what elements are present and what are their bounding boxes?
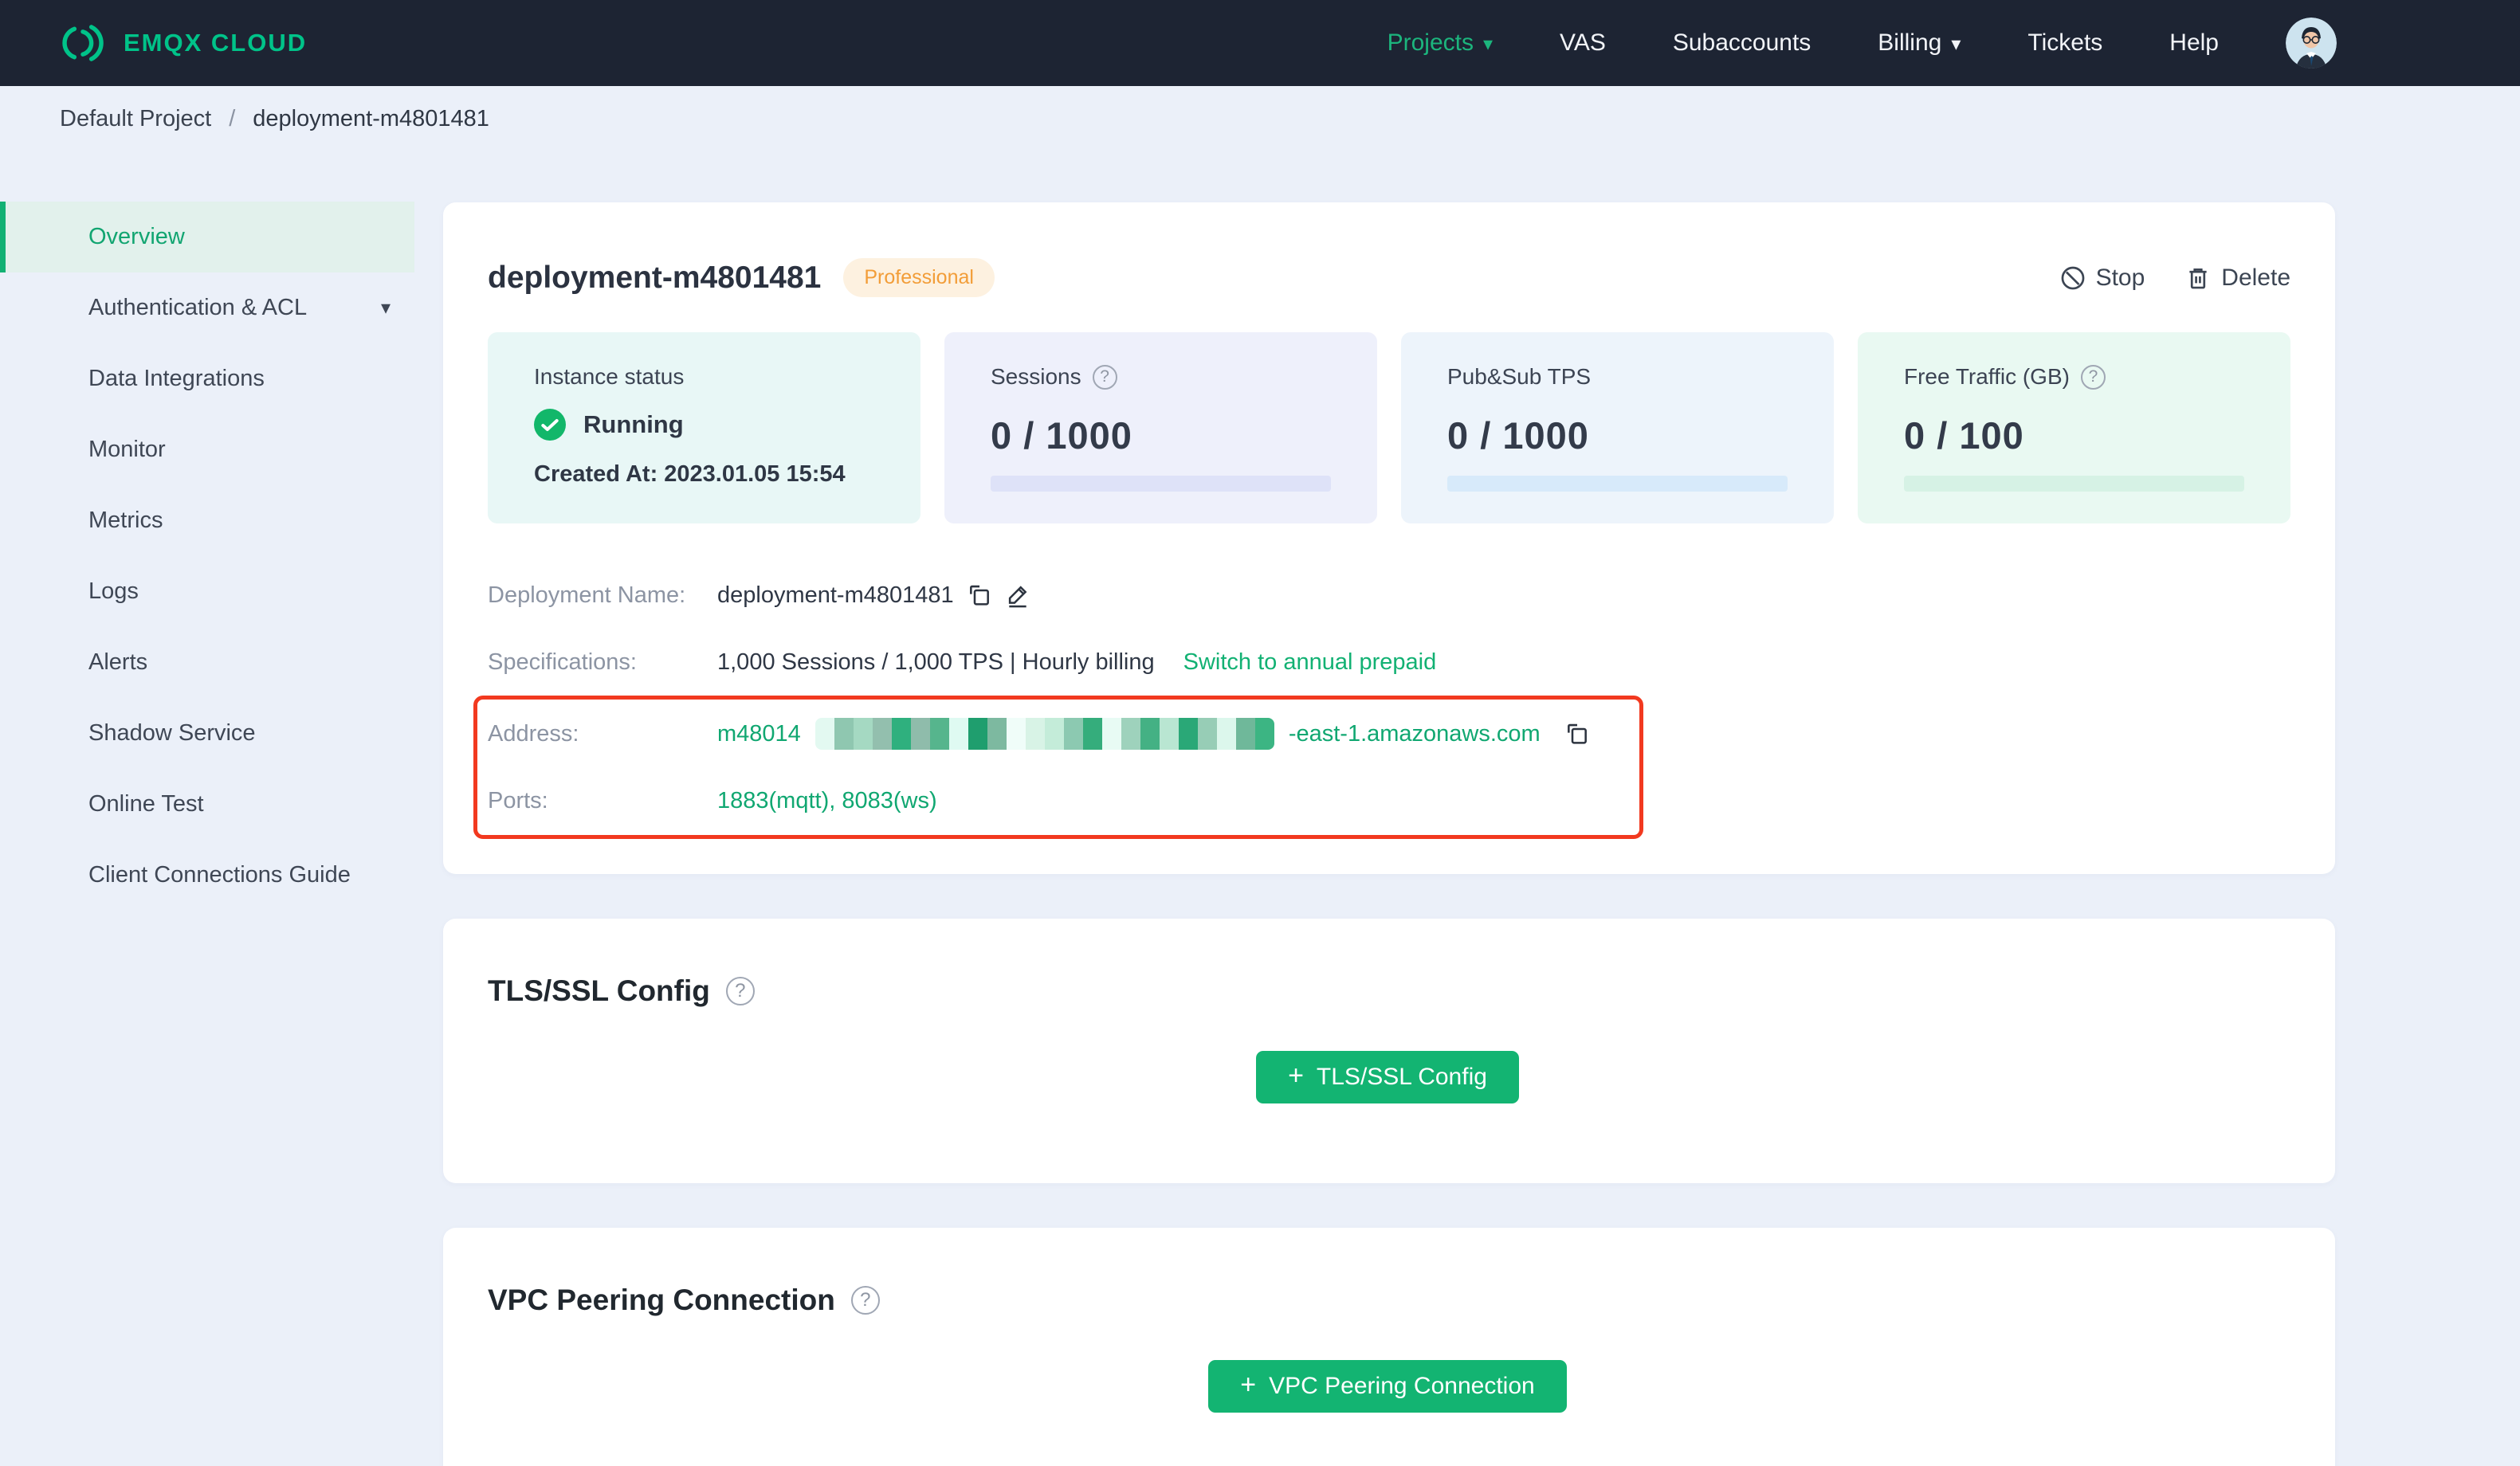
switch-annual-prepaid-link[interactable]: Switch to annual prepaid <box>1183 649 1437 676</box>
deployment-name-label: Deployment Name: <box>488 582 686 608</box>
breadcrumb-separator: / <box>229 105 236 131</box>
tls-ssl-title: TLS/SSL Config <box>488 974 710 1007</box>
address-redacted-mosaic <box>814 718 1274 750</box>
address-row: Address: m48014 -east-1.amazonaws.com <box>488 700 1639 767</box>
address-suffix: -east-1.amazonaws.com <box>1288 720 1541 747</box>
tls-ssl-card: TLS/SSL Config ? + TLS/SSL Config <box>443 919 2335 1183</box>
deployment-title: deployment-m4801481 <box>488 260 822 295</box>
ports-label: Ports: <box>488 787 548 813</box>
nav-subaccounts[interactable]: Subaccounts <box>1673 29 1811 57</box>
help-icon[interactable]: ? <box>2080 364 2106 390</box>
sidebar-item-online-test[interactable]: Online Test <box>0 769 414 840</box>
delete-button[interactable]: Delete <box>2184 265 2290 292</box>
pubsub-tps-value: 0 / 1000 <box>1447 414 1589 457</box>
free-traffic-label: Free Traffic (GB) <box>1904 364 2070 389</box>
ports-row: Ports: 1883(mqtt), 8083(ws) <box>488 767 1639 834</box>
address-prefix: m48014 <box>717 720 801 747</box>
add-vpc-peering-button[interactable]: + VPC Peering Connection <box>1208 1360 1567 1413</box>
sidebar-item-monitor[interactable]: Monitor <box>0 414 414 485</box>
sidebar-item-shadow-service[interactable]: Shadow Service <box>0 698 414 769</box>
sidebar-item-logs[interactable]: Logs <box>0 556 414 627</box>
copy-icon <box>1567 723 1587 744</box>
address-label: Address: <box>488 720 579 747</box>
deployment-name-value: deployment-m4801481 <box>717 582 954 608</box>
avatar-image <box>2286 18 2337 69</box>
annotation-highlight-box: Address: m48014 -east-1.amazonaws.com Po… <box>473 696 1643 839</box>
caret-down-icon: ▾ <box>380 297 391 319</box>
caret-down-icon: ▾ <box>1482 33 1494 55</box>
deployment-overview-card: deployment-m4801481 Professional Stop De… <box>443 202 2335 874</box>
nav-vas[interactable]: VAS <box>1560 29 1606 57</box>
sidebar-item-client-connections-guide[interactable]: Client Connections Guide <box>0 840 414 911</box>
free-traffic-value: 0 / 100 <box>1904 414 2024 457</box>
nav-tickets[interactable]: Tickets <box>2027 29 2102 57</box>
free-traffic-progress-bar <box>1904 476 2244 492</box>
sidebar-item-overview[interactable]: Overview <box>0 202 414 272</box>
stop-button[interactable]: Stop <box>2059 265 2145 292</box>
created-at: Created At: 2023.01.05 15:54 <box>534 461 846 487</box>
add-tls-ssl-config-button[interactable]: + TLS/SSL Config <box>1256 1051 1519 1103</box>
copy-address-button[interactable] <box>1564 721 1590 747</box>
edit-pencil-icon <box>1008 586 1027 608</box>
pubsub-tps-label: Pub&Sub TPS <box>1447 364 1592 389</box>
specifications-label: Specifications: <box>488 649 637 675</box>
help-icon[interactable]: ? <box>850 1286 880 1315</box>
stop-icon <box>2061 266 2084 289</box>
copy-icon <box>969 585 989 606</box>
top-navbar: EMQX CLOUD Projects ▾ VAS Subaccounts Bi… <box>0 0 2520 86</box>
sidebar-item-authentication-acl[interactable]: Authentication & ACL ▾ <box>0 272 414 343</box>
check-circle-icon <box>534 409 566 441</box>
ports-value: 1883(mqtt), 8083(ws) <box>717 787 937 813</box>
user-avatar[interactable] <box>2286 18 2337 69</box>
sessions-label: Sessions <box>991 364 1081 389</box>
sidebar-item-alerts[interactable]: Alerts <box>0 627 414 698</box>
sessions-value: 0 / 1000 <box>991 414 1132 457</box>
edit-button[interactable] <box>1005 582 1030 608</box>
nav-projects[interactable]: Projects ▾ <box>1388 29 1493 57</box>
breadcrumb: Default Project / deployment-m4801481 <box>0 86 2520 151</box>
vpc-peering-card: VPC Peering Connection ? + VPC Peering C… <box>443 1228 2335 1466</box>
specifications-value: 1,000 Sessions / 1,000 TPS | Hourly bill… <box>717 649 1155 675</box>
main-content: deployment-m4801481 Professional Stop De… <box>443 202 2335 1466</box>
pubsub-tps-card: Pub&Sub TPS 0 / 1000 <box>1401 332 1834 523</box>
plan-badge: Professional <box>843 258 995 297</box>
caret-down-icon: ▾ <box>1951 33 1961 55</box>
help-icon[interactable]: ? <box>725 977 755 1005</box>
specifications-row: Specifications: 1,000 Sessions / 1,000 T… <box>488 629 2290 696</box>
sidebar: Overview Authentication & ACL ▾ Data Int… <box>0 151 414 911</box>
sidebar-item-data-integrations[interactable]: Data Integrations <box>0 343 414 414</box>
brand-logo[interactable]: EMQX CLOUD <box>60 22 307 64</box>
trash-icon <box>2189 268 2207 288</box>
help-icon[interactable]: ? <box>1092 364 1117 390</box>
brand-name: EMQX CLOUD <box>124 29 308 57</box>
sessions-card: Sessions ? 0 / 1000 <box>944 332 1377 523</box>
free-traffic-card: Free Traffic (GB) ? 0 / 100 <box>1858 332 2290 523</box>
instance-status-card: Instance status Running Created At: 2023… <box>488 332 920 523</box>
breadcrumb-current: deployment-m4801481 <box>253 105 489 131</box>
plus-icon: + <box>1240 1370 1257 1400</box>
emqx-logo-icon <box>62 25 104 61</box>
nav-help[interactable]: Help <box>2169 29 2219 57</box>
copy-button[interactable] <box>967 582 992 608</box>
instance-status-label: Instance status <box>534 364 685 389</box>
pubsub-tps-progress-bar <box>1447 476 1788 492</box>
breadcrumb-project[interactable]: Default Project <box>60 106 211 132</box>
plus-icon: + <box>1288 1060 1304 1091</box>
sessions-progress-bar <box>991 476 1331 492</box>
instance-status-value: Running <box>583 410 684 438</box>
sidebar-item-metrics[interactable]: Metrics <box>0 485 414 556</box>
top-menu: Projects ▾ VAS Subaccounts Billing ▾ Tic… <box>1388 18 2337 69</box>
vpc-peering-title: VPC Peering Connection <box>488 1284 835 1316</box>
deployment-name-row: Deployment Name: deployment-m4801481 <box>488 562 2290 629</box>
nav-billing[interactable]: Billing ▾ <box>1878 29 1961 57</box>
